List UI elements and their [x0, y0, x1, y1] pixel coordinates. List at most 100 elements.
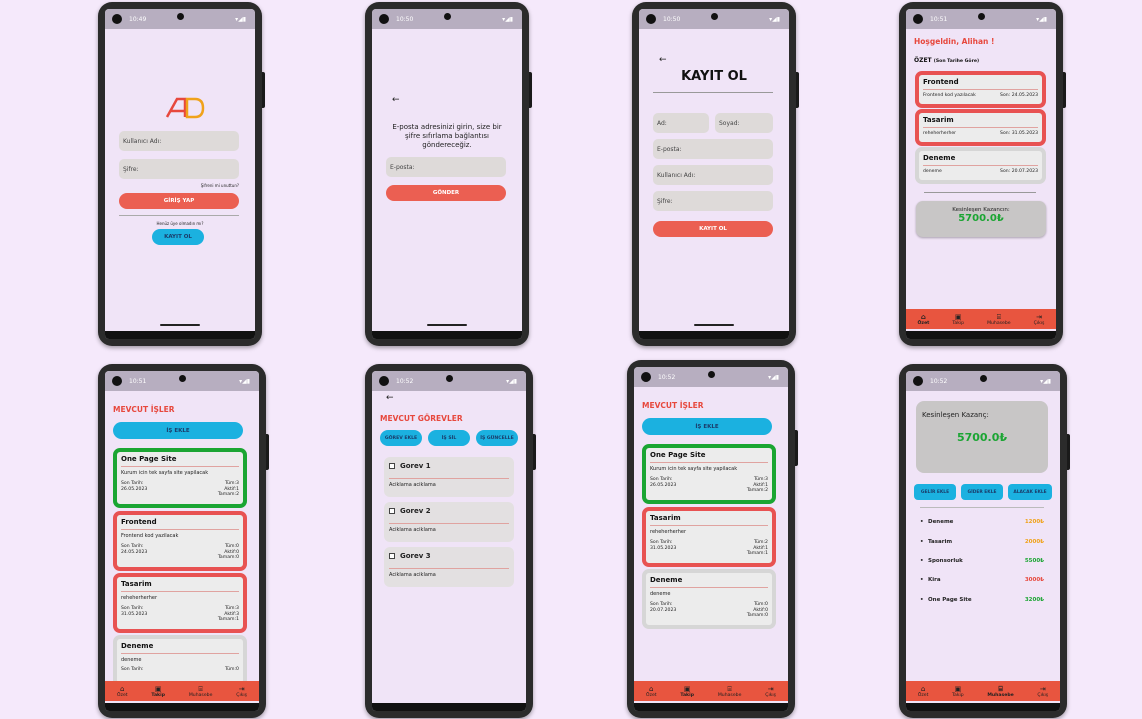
job-card[interactable]: One Page Site Kurum icin tek sayfa site … [642, 444, 776, 504]
add-task-button[interactable]: GÖREV EKLE [380, 430, 422, 446]
front-camera-icon [980, 375, 987, 382]
add-receivable-button[interactable]: ALACAK EKLE [1008, 484, 1052, 500]
status-bar: 10:51 ▾◢▮ [105, 371, 259, 391]
job-card[interactable]: Frontend Frontend kod yazilacak Son Tari… [113, 511, 247, 571]
add-expense-button[interactable]: GİDER EKLE [961, 484, 1003, 500]
tab-label: Takip [952, 320, 965, 326]
task-item[interactable]: Gorev 3 Aciklama aciklama [384, 547, 514, 587]
task-header: Gorev 3 [389, 552, 509, 560]
email-field[interactable]: E-posta: [653, 139, 773, 159]
card-divider [121, 653, 239, 654]
tab-muhasebe[interactable]: ⌸ Muhasebe [189, 685, 213, 698]
bottom-tab-bar: ⌂ Özet ▣ Takip ⌸ Muhasebe ⇥ Çıkış [634, 681, 788, 701]
password-field[interactable]: Şifre: [653, 191, 773, 211]
summary-card[interactable]: Deneme deneme Son: 20.07.2023 [915, 147, 1046, 184]
add-job-button[interactable]: İŞ EKLE [642, 418, 772, 435]
job-card[interactable]: Deneme deneme Son Tarih: 20.07.2023 Tüm:0… [642, 569, 776, 629]
tab-takip[interactable]: ▣ Takip [151, 685, 165, 698]
task-divider [389, 478, 509, 479]
summary-card[interactable]: Frontend Frontend kod yazılacak Son: 24.0… [915, 71, 1046, 108]
logout-icon: ⇥ [1036, 312, 1042, 321]
camera-icon [641, 372, 651, 382]
card-stats: Tüm:0 Aktif:0 Tamam:0 [747, 602, 768, 619]
tab-takip[interactable]: ▣ Takip [952, 313, 964, 326]
tab-muhasebe[interactable]: ⌸ Muhasebe [718, 685, 742, 698]
tab-ozet[interactable]: ⌂ Özet [117, 685, 128, 698]
tab-cikis[interactable]: ⇥ Çıkış [236, 685, 247, 698]
back-arrow-icon[interactable]: ← [392, 95, 400, 105]
bullet: • [920, 558, 924, 564]
delete-job-button[interactable]: İŞ SİL [428, 430, 470, 446]
signal-icons: ▾◢▮ [1040, 377, 1051, 385]
password-field[interactable]: Şifre: [119, 159, 239, 179]
stat-done: Tamam:1 [217, 617, 239, 623]
tab-ozet[interactable]: ⌂ Özet [918, 685, 929, 698]
status-time: 10:50 [663, 15, 681, 23]
job-card[interactable]: Tasarim reheherherher Son Tarih: 31.05.20… [642, 507, 776, 567]
card-row: Frontend kod yazılacak Son: 24.05.2023 [923, 93, 1038, 99]
task-desc: Aciklama aciklama [389, 572, 436, 578]
email-field[interactable]: E-posta: [386, 157, 506, 177]
tab-cikis[interactable]: ⇥ Çıkış [1034, 313, 1045, 326]
entry-amount: 3200₺ [1024, 597, 1044, 603]
tab-label: Muhasebe [987, 692, 1014, 698]
task-item[interactable]: Gorev 2 Aciklama aciklama [384, 502, 514, 542]
page-title: MEVCUT İŞLER [642, 401, 704, 410]
logout-icon: ⇥ [238, 684, 245, 693]
username-field[interactable]: Kullanıcı Adı: [653, 165, 773, 185]
register-button[interactable]: KAYIT OL [152, 229, 204, 245]
surname-field[interactable]: Soyad: [715, 113, 773, 133]
card-title: Tasarim [121, 580, 152, 588]
tab-muhasebe[interactable]: ⌸ Muhasebe [987, 313, 1011, 326]
card-title: Frontend [923, 78, 959, 86]
job-card[interactable]: Tasarim reheherherher Son Tarih: 31.05.20… [113, 573, 247, 633]
due-label: Son Tarih: [121, 606, 144, 611]
card-due: Son Tarih: 20.07.2023 [650, 602, 676, 619]
bottom-tab-bar: ⌂ Özet ▣ Takip ⌸ Muhasebe ⇥ Çıkış [105, 681, 259, 701]
phone-tasks: 10:52 ▾◢▮ ← MEVCUT GÖREVLER GÖREV EKLE İ… [365, 364, 536, 718]
tab-ozet[interactable]: ⌂ Özet [646, 685, 657, 698]
summary-card[interactable]: Tasarim reheherherher Son: 31.05.2023 [915, 109, 1046, 146]
back-arrow-icon[interactable]: ← [659, 55, 667, 65]
back-arrow-icon[interactable]: ← [386, 393, 394, 403]
send-button[interactable]: GÖNDER [386, 185, 506, 201]
job-card[interactable]: One Page Site Kurum icin tek sayfa site … [113, 448, 247, 508]
tab-ozet[interactable]: ⌂ Özet [917, 313, 929, 326]
tab-muhasebe[interactable]: ⌸ Muhasebe [987, 685, 1013, 698]
task-checkbox[interactable] [389, 553, 395, 559]
tab-cikis[interactable]: ⇥ Çıkış [1037, 685, 1048, 698]
card-row: deneme Son: 20.07.2023 [923, 169, 1038, 175]
login-button[interactable]: GİRİŞ YAP [119, 193, 239, 209]
camera-icon [913, 14, 923, 24]
bank-icon: ⌸ [996, 312, 1001, 321]
earnings-label: Kesinleşen Kazanç: [922, 411, 989, 419]
task-checkbox[interactable] [389, 508, 395, 514]
card-divider [650, 525, 768, 526]
add-job-button[interactable]: İŞ EKLE [113, 422, 243, 439]
card-title: One Page Site [650, 451, 706, 459]
card-divider [121, 591, 239, 592]
status-time: 10:51 [930, 15, 948, 23]
update-job-button[interactable]: İŞ GÜNCELLE [476, 430, 518, 446]
tab-takip[interactable]: ▣ Takip [952, 685, 964, 698]
card-desc: deneme [650, 591, 671, 597]
due-date: 31.05.2023 [650, 545, 677, 551]
card-title: Tasarim [923, 116, 954, 124]
bullet: • [920, 519, 924, 525]
forgot-password-link[interactable]: Şifreni mi unuttun? [201, 183, 239, 188]
name-field[interactable]: Ad: [653, 113, 709, 133]
username-field[interactable]: Kullanıcı Adı: [119, 131, 239, 151]
card-meta: Son Tarih: Tüm:0 [121, 667, 239, 673]
register-button[interactable]: KAYIT OL [653, 221, 773, 237]
tab-cikis[interactable]: ⇥ Çıkış [765, 685, 776, 698]
task-item[interactable]: Gorev 1 Aciklama aciklama [384, 457, 514, 497]
status-bar: 10:52 ▾◢▮ [906, 371, 1060, 391]
phone-reset: 10:50 ▾◢▮ ← E-posta adresinizi girin, si… [365, 2, 532, 346]
job-card[interactable]: Deneme deneme Son Tarih: Tüm:0 [113, 635, 247, 687]
task-checkbox[interactable] [389, 463, 395, 469]
tab-takip[interactable]: ▣ Takip [680, 685, 694, 698]
ledger-entry: • Kira 3000₺ [920, 577, 1044, 583]
entry-amount: 3000₺ [1024, 577, 1044, 583]
add-income-button[interactable]: GELİR EKLE [914, 484, 956, 500]
system-nav [105, 331, 255, 339]
